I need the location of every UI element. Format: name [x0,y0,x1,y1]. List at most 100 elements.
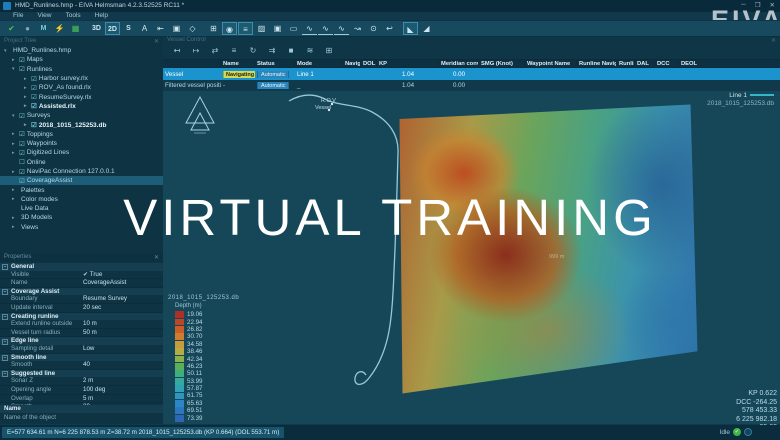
tree-item-coverageassist[interactable]: ☑ CoverageAssist [0,176,163,185]
checkbox-icon[interactable]: ☑ [19,168,25,176]
table-row-vessel[interactable]: Vessel Navigating Automatic Line 1 1.04 … [163,68,780,80]
tree-item-navipac-connection[interactable]: ▸ ☑ NaviPac Connection 127.0.0.1 [0,167,163,176]
expand-arrow-icon[interactable]: ▸ [12,150,17,156]
menu-item[interactable]: Tools [58,12,87,20]
separator[interactable] [201,22,205,35]
apply-icon[interactable]: ✔ [4,22,19,35]
tree-item-harbor-survey[interactable]: ▸ ☑ Harbor survey.rlx [0,74,163,83]
view-2d-button[interactable]: 2D [105,22,120,35]
property-value[interactable]: 5 m [83,395,93,403]
property-group-general[interactable]: General [0,263,163,271]
column-header[interactable]: KP [377,60,439,67]
expand-arrow-icon[interactable]: ▸ [24,76,29,82]
tree-item-online[interactable]: ☐ Online [0,158,163,167]
property-value[interactable]: CoverageAssist [83,279,126,287]
property-overlap[interactable]: Overlap 5 m [0,395,163,404]
view-3d-button[interactable]: 3D [89,22,104,35]
tree-item-waypoints[interactable]: ▸ ☑ Waypoints [0,139,163,148]
profile-view-icon[interactable]: ◣ [403,22,418,35]
property-group-edge-line[interactable]: Edge line [0,337,163,345]
align-tool-icon[interactable]: ≡ [228,45,240,57]
import-view-icon[interactable]: ⇤ [153,22,168,35]
expand-arrow-icon[interactable]: ▾ [4,48,9,54]
layers-icon[interactable]: ≡ [238,22,253,35]
checkbox-icon[interactable]: ☑ [19,65,25,73]
boundary-icon[interactable]: ◇ [185,22,200,35]
pin-icon[interactable]: ⊙ [366,22,381,35]
swap-line-tool-icon[interactable]: ⇄ [209,45,221,57]
line-end-tool-icon[interactable]: ↦ [190,45,202,57]
column-header[interactable]: DCC [655,60,679,67]
tree-item-runlines[interactable]: ▾ ☑ Runlines [0,65,163,74]
property-name[interactable]: Name CoverageAssist [0,279,163,288]
checkbox-icon[interactable]: ☐ [19,158,25,166]
property-value[interactable]: 10 m [83,320,97,328]
slope-view-icon[interactable]: ◢ [419,22,434,35]
column-header[interactable]: Mode [295,60,343,67]
grid-icon[interactable]: ⊞ [206,22,221,35]
expand-arrow-icon[interactable]: ▸ [24,85,29,91]
property-group-creating-runline[interactable]: Creating runline [0,313,163,321]
checkbox-icon[interactable]: ☑ [19,149,25,157]
property-boundary[interactable]: Boundary Resume Survey [0,295,163,304]
uturn-icon[interactable]: ↩ [382,22,397,35]
column-header[interactable]: Navigation Object [343,60,361,67]
checkbox-icon[interactable]: ☑ [31,93,37,101]
tree-item-surveys[interactable]: ▾ ☑ Surveys [0,111,163,120]
record-icon[interactable]: ● [20,22,35,35]
expand-arrow-icon[interactable]: ▸ [12,169,17,175]
expand-arrow-icon[interactable]: ▾ [12,113,17,119]
annotation-icon[interactable]: A [137,22,152,35]
expand-arrow-icon[interactable]: ▸ [24,103,29,109]
property-group-coverage-assist[interactable]: Coverage Assist [0,288,163,296]
expand-arrow-icon[interactable]: ▸ [12,57,17,63]
close-icon[interactable]: ✕ [154,38,159,45]
column-header[interactable]: Meridian convergence [439,60,479,67]
close-icon[interactable]: ✕ [154,254,159,261]
waves-tool-icon[interactable]: ≋ [304,45,316,57]
tree-item-toppings[interactable]: ▸ ☑ Toppings [0,130,163,139]
menu-item[interactable]: File [6,12,30,20]
tree-item-rov-as-found[interactable]: ▸ ☑ ROV_As found.rlx [0,83,163,92]
property-value[interactable]: 50 m [83,329,97,337]
property-sampling-detail[interactable]: Sampling detail Low [0,345,163,354]
column-header[interactable]: Runline Navigation [577,60,617,67]
property-group-suggested-line[interactable]: Suggested line [0,370,163,378]
property-group-smooth-line[interactable]: Smooth line [0,354,163,362]
grid-table-tool-icon[interactable]: ⊞ [323,45,335,57]
property-vessel-turn-radius[interactable]: Vessel turn radius 50 m [0,329,163,338]
property-value[interactable]: 2 m [83,377,93,385]
ruler-icon[interactable]: ▭ [286,22,301,35]
property-value[interactable]: Low [83,345,94,353]
property-update-interval[interactable]: Update interval 20 sec [0,304,163,313]
checkbox-icon[interactable]: ☑ [19,56,25,64]
expand-arrow-icon[interactable]: ▸ [24,122,29,128]
checker-icon[interactable]: ▨ [254,22,269,35]
tree-item-digitized-lines[interactable]: ▸ ☑ Digitized Lines [0,148,163,157]
column-header[interactable]: Runline Name [617,60,635,67]
property-value[interactable]: 40 [83,361,90,369]
column-header[interactable]: DOL [361,60,377,67]
property-value[interactable]: 20 sec [83,304,101,312]
expand-arrow-icon[interactable]: ▸ [24,94,29,100]
view-s-button[interactable]: S [121,22,136,35]
line-start-tool-icon[interactable]: ↤ [171,45,183,57]
property-opening-angle[interactable]: Opening angle 100 deg [0,386,163,395]
property-smooth[interactable]: Smooth 40 [0,361,163,370]
wave-profile-3-icon[interactable]: ∿ [334,23,349,35]
connection-icon[interactable]: ⚡ [52,22,67,35]
wave-profile-1-icon[interactable]: ∿ [302,23,317,35]
tree-item-survey-db[interactable]: ▸ ☑ 2018_1015_125253.db [0,120,163,129]
separator[interactable] [398,22,402,35]
tree-item-hmd-runlines[interactable]: ▾ HMD_Runlines.hmp [0,46,163,55]
checkbox-icon[interactable]: ☑ [31,75,37,83]
expand-arrow-icon[interactable]: ▸ [12,131,17,137]
column-header[interactable]: Waypoint Name [525,60,577,67]
checkbox-icon[interactable]: ☑ [31,84,37,92]
checkbox-icon[interactable]: ☑ [19,112,25,120]
property-value[interactable]: 100 deg [83,386,105,394]
column-header[interactable]: DAL [635,60,655,67]
checkbox-icon[interactable]: ☑ [31,121,37,129]
property-value[interactable]: True [83,271,102,279]
column-header[interactable]: DEOL [679,60,780,67]
